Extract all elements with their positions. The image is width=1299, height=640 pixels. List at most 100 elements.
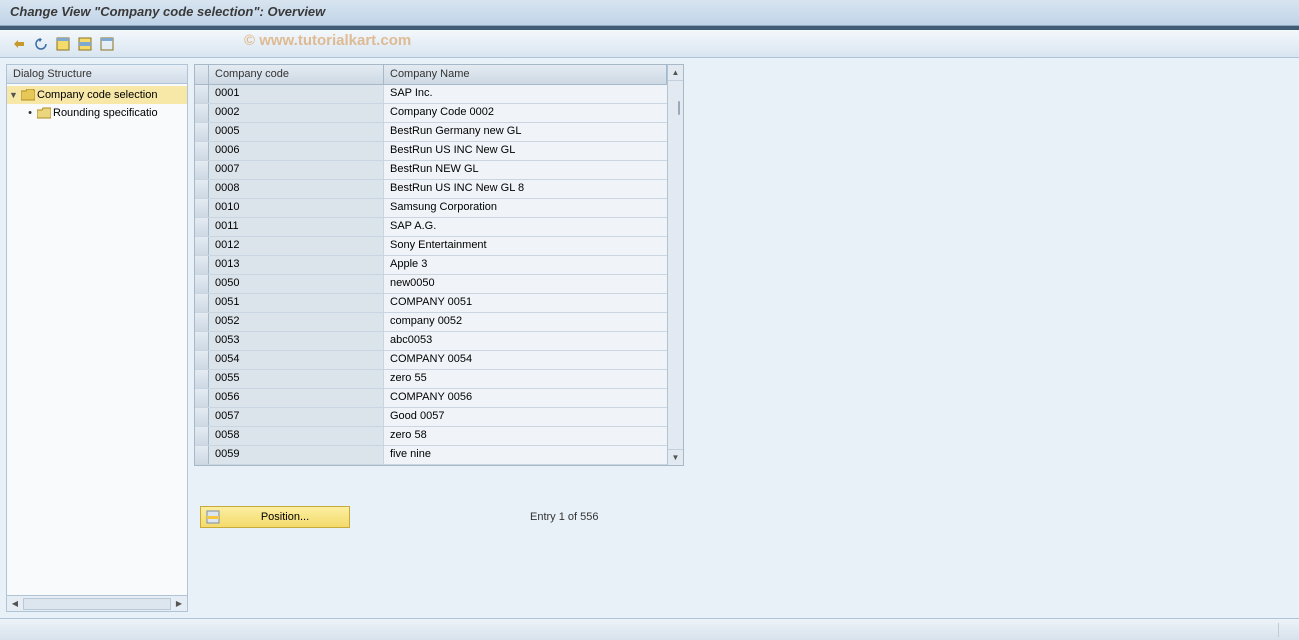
cell-company-code[interactable]: 0001 xyxy=(209,85,384,103)
table-row[interactable]: 0055zero 55 xyxy=(195,370,667,389)
table-row[interactable]: 0050new0050 xyxy=(195,275,667,294)
table-row[interactable]: 0010Samsung Corporation xyxy=(195,199,667,218)
cell-company-name[interactable]: COMPANY 0051 xyxy=(384,294,667,312)
table-row[interactable]: 0059five nine xyxy=(195,446,667,465)
cell-company-name[interactable]: Samsung Corporation xyxy=(384,199,667,217)
table-row[interactable]: 0001SAP Inc. xyxy=(195,85,667,104)
tree-node-company-code-selection[interactable]: ▼ Company code selection xyxy=(7,86,187,104)
position-button[interactable]: Position... xyxy=(200,506,350,528)
table-row[interactable]: 0006BestRun US INC New GL xyxy=(195,142,667,161)
cell-company-name[interactable]: COMPANY 0056 xyxy=(384,389,667,407)
col-header-code[interactable]: Company code xyxy=(209,65,384,84)
cell-company-name[interactable]: new0050 xyxy=(384,275,667,293)
row-selector[interactable] xyxy=(195,123,209,141)
row-selector[interactable] xyxy=(195,199,209,217)
cell-company-name[interactable]: five nine xyxy=(384,446,667,464)
cell-company-code[interactable]: 0007 xyxy=(209,161,384,179)
row-selector[interactable] xyxy=(195,275,209,293)
row-selector[interactable] xyxy=(195,161,209,179)
cell-company-code[interactable]: 0006 xyxy=(209,142,384,160)
cell-company-code[interactable]: 0010 xyxy=(209,199,384,217)
row-selector[interactable] xyxy=(195,218,209,236)
undo-icon[interactable] xyxy=(32,35,50,53)
cell-company-code[interactable]: 0054 xyxy=(209,351,384,369)
cell-company-code[interactable]: 0008 xyxy=(209,180,384,198)
cell-company-code[interactable]: 0002 xyxy=(209,104,384,122)
cell-company-name[interactable]: company 0052 xyxy=(384,313,667,331)
cell-company-name[interactable]: Company Code 0002 xyxy=(384,104,667,122)
cell-company-code[interactable]: 0051 xyxy=(209,294,384,312)
cell-company-name[interactable]: COMPANY 0054 xyxy=(384,351,667,369)
row-selector[interactable] xyxy=(195,389,209,407)
cell-company-name[interactable]: BestRun NEW GL xyxy=(384,161,667,179)
cell-company-code[interactable]: 0058 xyxy=(209,427,384,445)
row-selector[interactable] xyxy=(195,294,209,312)
col-header-name[interactable]: Company Name xyxy=(384,65,667,84)
scroll-track[interactable] xyxy=(23,598,171,610)
row-selector[interactable] xyxy=(195,180,209,198)
cell-company-code[interactable]: 0012 xyxy=(209,237,384,255)
table-row[interactable]: 0058zero 58 xyxy=(195,427,667,446)
toggle-icon[interactable] xyxy=(10,35,28,53)
cell-company-code[interactable]: 0011 xyxy=(209,218,384,236)
row-selector[interactable] xyxy=(195,351,209,369)
table-vscroll[interactable]: ▲ ▼ xyxy=(667,65,683,465)
expand-icon[interactable]: ▼ xyxy=(9,90,19,100)
table-row[interactable]: 0002Company Code 0002 xyxy=(195,104,667,123)
cell-company-name[interactable]: SAP Inc. xyxy=(384,85,667,103)
cell-company-name[interactable]: Apple 3 xyxy=(384,256,667,274)
row-selector[interactable] xyxy=(195,332,209,350)
select-block-icon[interactable] xyxy=(76,35,94,53)
row-selector[interactable] xyxy=(195,104,209,122)
cell-company-name[interactable]: Sony Entertainment xyxy=(384,237,667,255)
scroll-left-icon[interactable]: ◀ xyxy=(9,598,21,610)
row-selector[interactable] xyxy=(195,446,209,464)
cell-company-name[interactable]: BestRun US INC New GL 8 xyxy=(384,180,667,198)
select-all-icon[interactable] xyxy=(54,35,72,53)
cell-company-code[interactable]: 0050 xyxy=(209,275,384,293)
table-row[interactable]: 0011SAP A.G. xyxy=(195,218,667,237)
cell-company-code[interactable]: 0056 xyxy=(209,389,384,407)
row-selector[interactable] xyxy=(195,408,209,426)
cell-company-code[interactable]: 0005 xyxy=(209,123,384,141)
cell-company-code[interactable]: 0057 xyxy=(209,408,384,426)
table-row[interactable]: 0056COMPANY 0056 xyxy=(195,389,667,408)
table-row[interactable]: 0013Apple 3 xyxy=(195,256,667,275)
cell-company-name[interactable]: SAP A.G. xyxy=(384,218,667,236)
deselect-icon[interactable] xyxy=(98,35,116,53)
table-row[interactable]: 0051COMPANY 0051 xyxy=(195,294,667,313)
row-selector[interactable] xyxy=(195,256,209,274)
table-row[interactable]: 0005BestRun Germany new GL xyxy=(195,123,667,142)
cell-company-code[interactable]: 0059 xyxy=(209,446,384,464)
table-row[interactable]: 0053abc0053 xyxy=(195,332,667,351)
tree-node-rounding-specification[interactable]: • Rounding specificatio xyxy=(7,104,187,122)
row-select-header[interactable] xyxy=(195,65,209,84)
scroll-right-icon[interactable]: ▶ xyxy=(173,598,185,610)
cell-company-name[interactable]: BestRun Germany new GL xyxy=(384,123,667,141)
row-selector[interactable] xyxy=(195,370,209,388)
table-row[interactable]: 0008BestRun US INC New GL 8 xyxy=(195,180,667,199)
cell-company-code[interactable]: 0013 xyxy=(209,256,384,274)
row-selector[interactable] xyxy=(195,313,209,331)
scroll-thumb[interactable] xyxy=(678,101,680,115)
row-selector[interactable] xyxy=(195,85,209,103)
table-row[interactable]: 0012Sony Entertainment xyxy=(195,237,667,256)
row-selector[interactable] xyxy=(195,427,209,445)
cell-company-name[interactable]: abc0053 xyxy=(384,332,667,350)
row-selector[interactable] xyxy=(195,142,209,160)
row-selector[interactable] xyxy=(195,237,209,255)
scroll-up-icon[interactable]: ▲ xyxy=(668,65,683,81)
table-row[interactable]: 0052company 0052 xyxy=(195,313,667,332)
cell-company-name[interactable]: zero 58 xyxy=(384,427,667,445)
cell-company-code[interactable]: 0052 xyxy=(209,313,384,331)
table-row[interactable]: 0007BestRun NEW GL xyxy=(195,161,667,180)
tree-hscroll[interactable]: ◀ ▶ xyxy=(7,595,187,611)
cell-company-code[interactable]: 0055 xyxy=(209,370,384,388)
cell-company-name[interactable]: BestRun US INC New GL xyxy=(384,142,667,160)
cell-company-name[interactable]: Good 0057 xyxy=(384,408,667,426)
cell-company-code[interactable]: 0053 xyxy=(209,332,384,350)
table-row[interactable]: 0057Good 0057 xyxy=(195,408,667,427)
table-row[interactable]: 0054COMPANY 0054 xyxy=(195,351,667,370)
cell-company-name[interactable]: zero 55 xyxy=(384,370,667,388)
scroll-down-icon[interactable]: ▼ xyxy=(668,449,683,465)
